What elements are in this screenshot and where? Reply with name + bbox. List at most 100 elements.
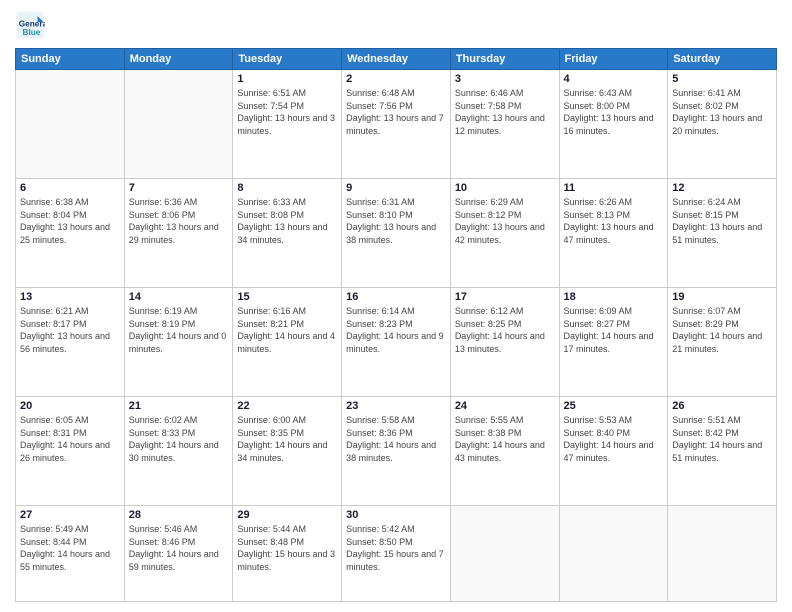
day-info: Sunrise: 5:49 AMSunset: 8:44 PMDaylight:… [20,523,120,573]
day-info: Sunrise: 6:41 AMSunset: 8:02 PMDaylight:… [672,87,772,137]
day-number: 10 [455,182,555,194]
calendar-cell: 23 Sunrise: 5:58 AMSunset: 8:36 PMDayligh… [342,397,451,506]
calendar-cell: 6 Sunrise: 6:38 AMSunset: 8:04 PMDaylight… [16,179,125,288]
day-info: Sunrise: 6:09 AMSunset: 8:27 PMDaylight:… [564,305,664,355]
day-info: Sunrise: 5:53 AMSunset: 8:40 PMDaylight:… [564,414,664,464]
calendar-cell: 8Sunrise: 6:33 AMSunset: 8:08 PMDaylight… [233,179,342,288]
calendar-cell: 9Sunrise: 6:31 AMSunset: 8:10 PMDaylight… [342,179,451,288]
day-number: 19 [672,291,772,303]
day-number: 27 [20,509,120,521]
calendar-cell: 30Sunrise: 5:42 AMSunset: 8:50 PMDayligh… [342,506,451,602]
calendar-cell: 1 Sunrise: 6:51 AMSunset: 7:54 PMDaylight… [233,70,342,179]
day-number: 20 [20,400,120,412]
day-info: Sunrise: 6:05 AMSunset: 8:31 PMDaylight:… [20,414,120,464]
calendar-cell: 21 Sunrise: 6:02 AMSunset: 8:33 PMDayligh… [124,397,233,506]
day-info: Sunrise: 5:44 AMSunset: 8:48 PMDaylight:… [237,523,337,573]
day-info: Sunrise: 6:19 AMSunset: 8:19 PMDaylight:… [129,305,229,355]
calendar-header-row: SundayMondayTuesdayWednesdayThursdayFrid… [16,49,777,70]
calendar-cell: 18 Sunrise: 6:09 AMSunset: 8:27 PMDayligh… [559,288,668,397]
day-number: 15 [237,291,337,303]
weekday-header-friday: Friday [559,49,668,70]
day-info: Sunrise: 6:00 AMSunset: 8:35 PMDaylight:… [237,414,337,464]
day-number: 13 [20,291,120,303]
day-info: Sunrise: 6:31 AMSunset: 8:10 PMDaylight:… [346,196,446,246]
day-info: Sunrise: 6:14 AMSunset: 8:23 PMDaylight:… [346,305,446,355]
day-number: 22 [237,400,337,412]
calendar-cell: 3Sunrise: 6:46 AMSunset: 7:58 PMDaylight… [450,70,559,179]
day-number: 16 [346,291,446,303]
day-info: Sunrise: 6:43 AMSunset: 8:00 PMDaylight:… [564,87,664,137]
day-number: 4 [564,73,664,85]
day-info: Sunrise: 6:16 AMSunset: 8:21 PMDaylight:… [237,305,337,355]
day-number: 5 [672,73,772,85]
weekday-header-thursday: Thursday [450,49,559,70]
calendar-cell: 28 Sunrise: 5:46 AMSunset: 8:46 PMDayligh… [124,506,233,602]
calendar-cell: 10 Sunrise: 6:29 AMSunset: 8:12 PMDayligh… [450,179,559,288]
calendar-cell: 2 Sunrise: 6:48 AMSunset: 7:56 PMDaylight… [342,70,451,179]
calendar-cell: 20 Sunrise: 6:05 AMSunset: 8:31 PMDayligh… [16,397,125,506]
day-number: 21 [129,400,229,412]
day-number: 17 [455,291,555,303]
calendar-cell: 29 Sunrise: 5:44 AMSunset: 8:48 PMDayligh… [233,506,342,602]
day-info: Sunrise: 6:38 AMSunset: 8:04 PMDaylight:… [20,196,120,246]
calendar-cell: 17 Sunrise: 6:12 AMSunset: 8:25 PMDayligh… [450,288,559,397]
weekday-header-tuesday: Tuesday [233,49,342,70]
page: General Blue SundayMondayTuesdayWednesda… [0,0,792,612]
calendar-cell: 25Sunrise: 5:53 AMSunset: 8:40 PMDayligh… [559,397,668,506]
calendar-cell: 14 Sunrise: 6:19 AMSunset: 8:19 PMDayligh… [124,288,233,397]
day-number: 11 [564,182,664,194]
calendar-cell [16,70,125,179]
calendar-cell: 11 Sunrise: 6:26 AMSunset: 8:13 PMDayligh… [559,179,668,288]
calendar-cell: 19Sunrise: 6:07 AMSunset: 8:29 PMDayligh… [668,288,777,397]
day-info: Sunrise: 6:12 AMSunset: 8:25 PMDaylight:… [455,305,555,355]
day-number: 14 [129,291,229,303]
calendar-cell: 24Sunrise: 5:55 AMSunset: 8:38 PMDayligh… [450,397,559,506]
calendar-cell: 16 Sunrise: 6:14 AMSunset: 8:23 PMDayligh… [342,288,451,397]
day-info: Sunrise: 6:48 AMSunset: 7:56 PMDaylight:… [346,87,446,137]
day-info: Sunrise: 6:24 AMSunset: 8:15 PMDaylight:… [672,196,772,246]
header: General Blue [15,10,777,40]
weekday-header-saturday: Saturday [668,49,777,70]
day-info: Sunrise: 6:21 AMSunset: 8:17 PMDaylight:… [20,305,120,355]
day-info: Sunrise: 6:51 AMSunset: 7:54 PMDaylight:… [237,87,337,137]
day-info: Sunrise: 6:26 AMSunset: 8:13 PMDaylight:… [564,196,664,246]
logo: General Blue [15,10,49,40]
day-number: 26 [672,400,772,412]
calendar-cell: 5 Sunrise: 6:41 AMSunset: 8:02 PMDaylight… [668,70,777,179]
weekday-header-monday: Monday [124,49,233,70]
calendar-cell [668,506,777,602]
calendar-cell: 4 Sunrise: 6:43 AMSunset: 8:00 PMDaylight… [559,70,668,179]
day-number: 28 [129,509,229,521]
day-number: 7 [129,182,229,194]
svg-text:Blue: Blue [23,28,41,37]
calendar-cell: 7 Sunrise: 6:36 AMSunset: 8:06 PMDaylight… [124,179,233,288]
calendar-table: SundayMondayTuesdayWednesdayThursdayFrid… [15,48,777,602]
day-info: Sunrise: 6:02 AMSunset: 8:33 PMDaylight:… [129,414,229,464]
day-info: Sunrise: 6:36 AMSunset: 8:06 PMDaylight:… [129,196,229,246]
calendar-cell: 22 Sunrise: 6:00 AMSunset: 8:35 PMDayligh… [233,397,342,506]
calendar-cell [124,70,233,179]
day-number: 18 [564,291,664,303]
day-info: Sunrise: 6:46 AMSunset: 7:58 PMDaylight:… [455,87,555,137]
day-number: 6 [20,182,120,194]
day-number: 23 [346,400,446,412]
weekday-header-sunday: Sunday [16,49,125,70]
day-info: Sunrise: 5:58 AMSunset: 8:36 PMDaylight:… [346,414,446,464]
calendar-cell: 13 Sunrise: 6:21 AMSunset: 8:17 PMDayligh… [16,288,125,397]
weekday-header-wednesday: Wednesday [342,49,451,70]
calendar-cell [559,506,668,602]
calendar-cell: 12 Sunrise: 6:24 AMSunset: 8:15 PMDayligh… [668,179,777,288]
day-info: Sunrise: 6:29 AMSunset: 8:12 PMDaylight:… [455,196,555,246]
day-info: Sunrise: 6:33 AMSunset: 8:08 PMDaylight:… [237,196,337,246]
day-number: 12 [672,182,772,194]
day-number: 1 [237,73,337,85]
day-info: Sunrise: 5:51 AMSunset: 8:42 PMDaylight:… [672,414,772,464]
day-number: 30 [346,509,446,521]
day-number: 29 [237,509,337,521]
day-number: 2 [346,73,446,85]
day-info: Sunrise: 5:46 AMSunset: 8:46 PMDaylight:… [129,523,229,573]
calendar-cell: 26 Sunrise: 5:51 AMSunset: 8:42 PMDayligh… [668,397,777,506]
logo-icon: General Blue [15,10,45,40]
calendar-cell [450,506,559,602]
calendar-cell: 27 Sunrise: 5:49 AMSunset: 8:44 PMDayligh… [16,506,125,602]
